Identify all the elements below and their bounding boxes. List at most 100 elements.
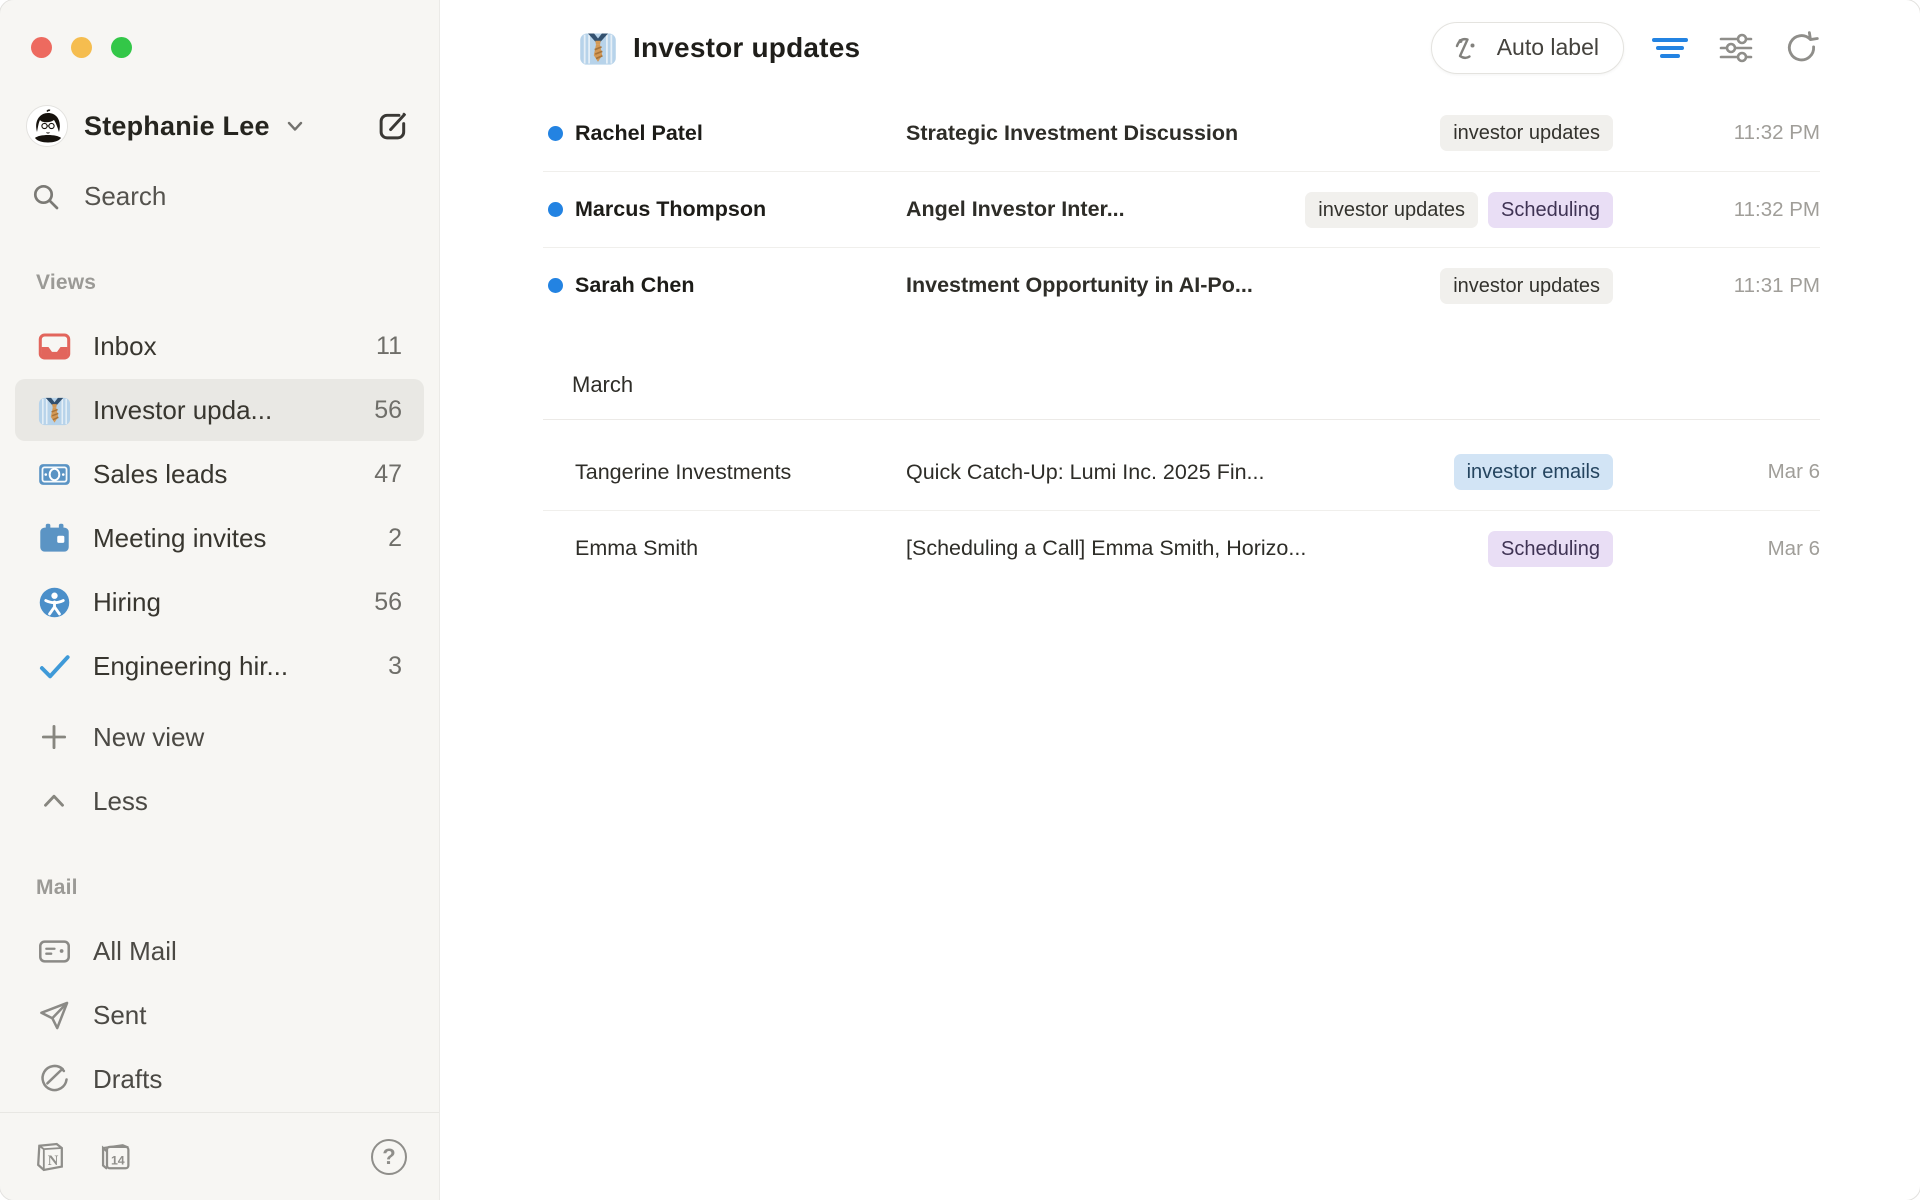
auto-label-button[interactable]: Auto label	[1431, 22, 1624, 74]
header-actions: Auto label	[1431, 22, 1822, 74]
sidebar-item-count: 2	[388, 524, 402, 553]
mail-section-label: Mail	[36, 876, 439, 900]
sidebar-item-label: All Mail	[93, 936, 402, 967]
close-window-button[interactable]	[31, 37, 52, 58]
sidebar-item-meeting-invites[interactable]: Meeting invites 2	[15, 507, 424, 569]
email-row[interactable]: Rachel Patel Strategic Investment Discus…	[543, 95, 1820, 171]
sidebar-item-label: Sent	[93, 1000, 402, 1031]
email-tags: Scheduling	[1488, 531, 1613, 567]
email-sender: Marcus Thompson	[575, 197, 906, 222]
email-tag[interactable]: investor updates	[1440, 115, 1613, 151]
svg-text:N: N	[48, 1152, 59, 1168]
draft-pencil-icon	[36, 1061, 72, 1097]
unread-dot	[548, 278, 563, 293]
necktie-view-icon	[578, 28, 618, 68]
sidebar-item-count: 11	[376, 332, 402, 361]
email-subject: Angel Investor Inter...	[906, 197, 1125, 222]
email-list: Rachel Patel Strategic Investment Discus…	[543, 95, 1820, 586]
chevron-down-icon	[284, 115, 306, 137]
email-row[interactable]: Sarah Chen Investment Opportunity in AI-…	[543, 247, 1820, 323]
sidebar-item-inbox[interactable]: Inbox 11	[15, 315, 424, 377]
sidebar-item-drafts[interactable]: Drafts	[15, 1048, 424, 1110]
email-subject: [Scheduling a Call] Emma Smith, Horizo..…	[906, 536, 1306, 561]
views-nav: Inbox 11	[0, 315, 439, 834]
email-time: 11:31 PM	[1613, 274, 1820, 298]
sidebar-item-hiring[interactable]: Hiring 56	[15, 571, 424, 633]
email-row[interactable]: Emma Smith [Scheduling a Call] Emma Smit…	[543, 510, 1820, 586]
less-label: Less	[93, 786, 402, 817]
auto-label-icon	[1452, 32, 1484, 64]
unread-dot	[548, 202, 563, 217]
email-tag[interactable]: investor emails	[1454, 454, 1613, 490]
sidebar-item-engineering-hiring[interactable]: Engineering hir... 3	[15, 635, 424, 697]
person-circle-icon	[36, 584, 72, 620]
notion-logo-icon[interactable]: N	[32, 1139, 68, 1175]
view-header: Investor updates Auto label	[440, 0, 1920, 95]
display-settings-icon[interactable]	[1716, 28, 1756, 68]
new-view-button[interactable]: New view	[15, 706, 424, 768]
sidebar-item-sent[interactable]: Sent	[15, 984, 424, 1046]
account-switcher[interactable]: Stephanie Lee	[26, 104, 415, 148]
sidebar-item-investor-updates[interactable]: Investor upda... 56	[15, 379, 424, 441]
sidebar-item-label: Inbox	[93, 331, 364, 362]
zoom-window-button[interactable]	[111, 37, 132, 58]
email-row[interactable]: Tangerine Investments Quick Catch-Up: Lu…	[543, 434, 1820, 510]
email-row[interactable]: Marcus Thompson Angel Investor Inter... …	[543, 171, 1820, 247]
email-tag[interactable]: investor updates	[1305, 192, 1478, 228]
email-tag[interactable]: Scheduling	[1488, 531, 1613, 567]
plus-icon	[36, 719, 72, 755]
help-icon[interactable]: ?	[371, 1139, 407, 1175]
minimize-window-button[interactable]	[71, 37, 92, 58]
email-time: 11:32 PM	[1613, 198, 1820, 222]
user-name: Stephanie Lee	[84, 111, 270, 142]
email-group-today: Rachel Patel Strategic Investment Discus…	[543, 95, 1820, 323]
calendar-icon	[36, 520, 72, 556]
filter-icon[interactable]	[1650, 28, 1690, 68]
avatar	[26, 105, 68, 147]
mail-nav: All Mail Sent Drafts	[0, 920, 439, 1112]
necktie-icon	[36, 392, 72, 428]
auto-label-text: Auto label	[1497, 34, 1599, 61]
compose-button[interactable]	[371, 104, 415, 148]
money-bill-icon	[36, 456, 72, 492]
email-group-march: March Tangerine Investments Quick Catch-…	[543, 364, 1820, 586]
email-time: 11:32 PM	[1613, 121, 1820, 145]
search-button[interactable]: Search	[30, 180, 415, 213]
email-tag[interactable]: Scheduling	[1488, 192, 1613, 228]
svg-text:14: 14	[111, 1153, 125, 1167]
email-time: Mar 6	[1613, 460, 1820, 484]
email-tags: investor updates	[1440, 115, 1613, 151]
email-tags: investor emails	[1454, 454, 1613, 490]
sidebar-item-label: Sales leads	[93, 459, 362, 490]
search-icon	[30, 181, 62, 213]
refresh-icon[interactable]	[1782, 28, 1822, 68]
sidebar-item-count: 3	[388, 652, 402, 681]
sidebar-item-label: Drafts	[93, 1064, 402, 1095]
email-tag[interactable]: investor updates	[1440, 268, 1613, 304]
email-sender: Sarah Chen	[575, 273, 906, 298]
email-subject: Quick Catch-Up: Lumi Inc. 2025 Fin...	[906, 460, 1264, 485]
less-button[interactable]: Less	[15, 770, 424, 832]
sidebar-item-sales-leads[interactable]: Sales leads 47	[15, 443, 424, 505]
sidebar: Stephanie Lee Search Views	[0, 0, 440, 1200]
checkmark-icon	[36, 648, 72, 684]
sidebar-item-count: 47	[374, 460, 402, 489]
window-controls	[0, 0, 439, 58]
email-subject: Investment Opportunity in AI-Po...	[906, 273, 1253, 298]
main-content: Investor updates Auto label	[440, 0, 1920, 1200]
sidebar-item-all-mail[interactable]: All Mail	[15, 920, 424, 982]
unread-dot	[548, 126, 563, 141]
group-header: March	[543, 364, 1820, 406]
page-title: Investor updates	[633, 32, 860, 64]
sidebar-item-label: Meeting invites	[93, 523, 376, 554]
notion-calendar-icon[interactable]: 14	[98, 1139, 134, 1175]
sidebar-item-count: 56	[374, 588, 402, 617]
email-tags: investor updates Scheduling	[1305, 192, 1613, 228]
mail-app-window: Stephanie Lee Search Views	[0, 0, 1920, 1200]
sidebar-item-label: Engineering hir...	[93, 651, 376, 682]
email-subject: Strategic Investment Discussion	[906, 121, 1238, 146]
sidebar-footer: N 14 ?	[0, 1112, 439, 1200]
views-section-label: Views	[36, 271, 439, 295]
paper-plane-icon	[36, 997, 72, 1033]
chevron-up-icon	[36, 783, 72, 819]
